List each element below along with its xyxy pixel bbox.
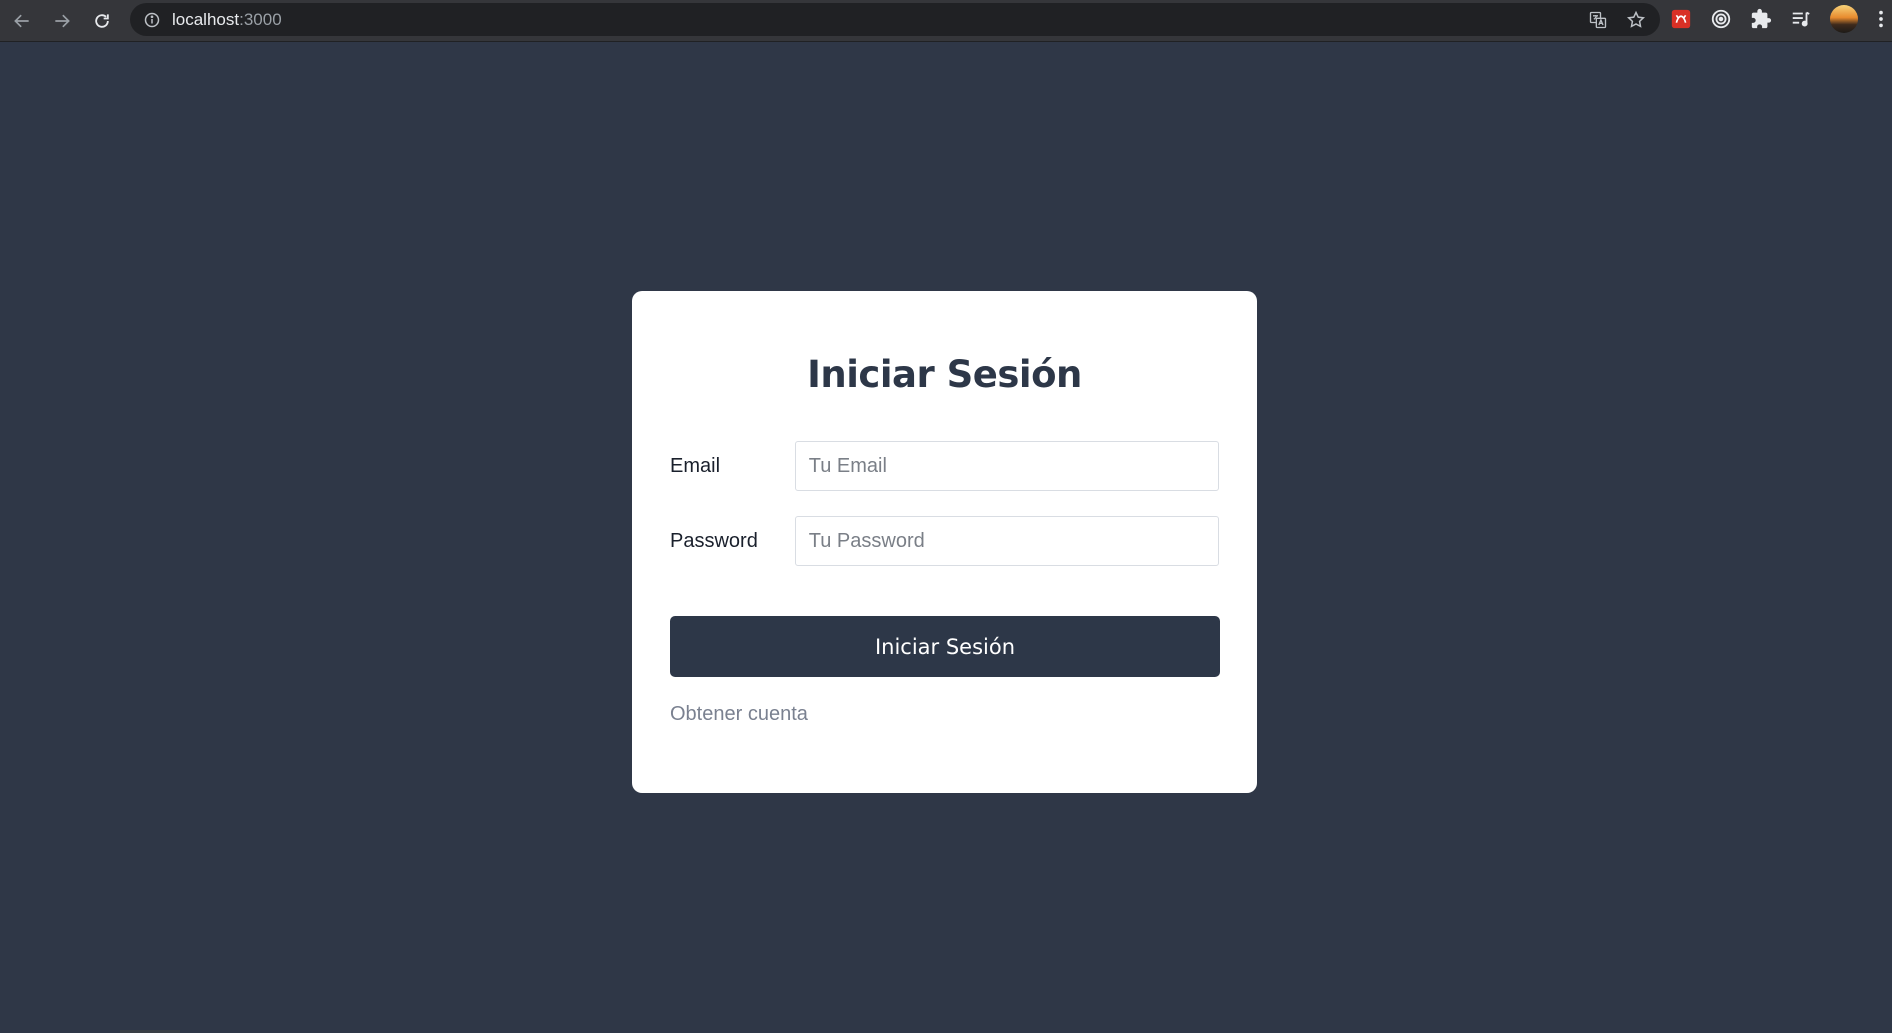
arrow-left-icon — [14, 14, 29, 27]
puzzle-extensions-icon[interactable] — [1750, 8, 1772, 30]
email-row: Email — [670, 441, 1219, 491]
password-row: Password — [670, 516, 1219, 566]
red-extension-icon[interactable] — [1670, 8, 1692, 30]
profile-avatar[interactable] — [1830, 5, 1858, 33]
browser-toolbar: localhost:3000 — [0, 0, 1892, 42]
page-background: Iniciar Sesión Email Password Iniciar Se… — [0, 42, 1892, 1033]
email-label: Email — [670, 454, 721, 477]
more-vert-icon — [1879, 10, 1883, 28]
forward-button[interactable] — [42, 3, 82, 39]
login-card: Iniciar Sesión Email Password Iniciar Se… — [632, 291, 1257, 793]
back-button[interactable] — [2, 3, 42, 39]
address-bar[interactable]: localhost:3000 — [130, 3, 1660, 36]
target-extension-icon[interactable] — [1710, 8, 1732, 30]
extensions-area — [1670, 0, 1886, 38]
media-queue-icon[interactable] — [1790, 8, 1812, 30]
site-info-icon[interactable] — [144, 12, 160, 28]
signup-link[interactable]: Obtener cuenta — [670, 703, 808, 726]
password-label: Password — [670, 529, 758, 552]
bookmark-star-icon[interactable] — [1626, 10, 1646, 30]
url-port: :3000 — [239, 9, 282, 29]
login-submit-button[interactable]: Iniciar Sesión — [670, 616, 1220, 677]
email-input[interactable] — [794, 441, 1219, 491]
translate-icon[interactable] — [1588, 10, 1608, 30]
reload-icon — [95, 13, 109, 28]
login-title: Iniciar Sesión — [807, 353, 1082, 396]
browser-menu-button[interactable] — [1876, 8, 1886, 30]
arrow-right-icon — [55, 14, 70, 27]
reload-button[interactable] — [82, 3, 122, 39]
url-host: localhost — [172, 9, 240, 29]
address-bar-actions — [1588, 3, 1646, 36]
password-input[interactable] — [794, 516, 1219, 566]
